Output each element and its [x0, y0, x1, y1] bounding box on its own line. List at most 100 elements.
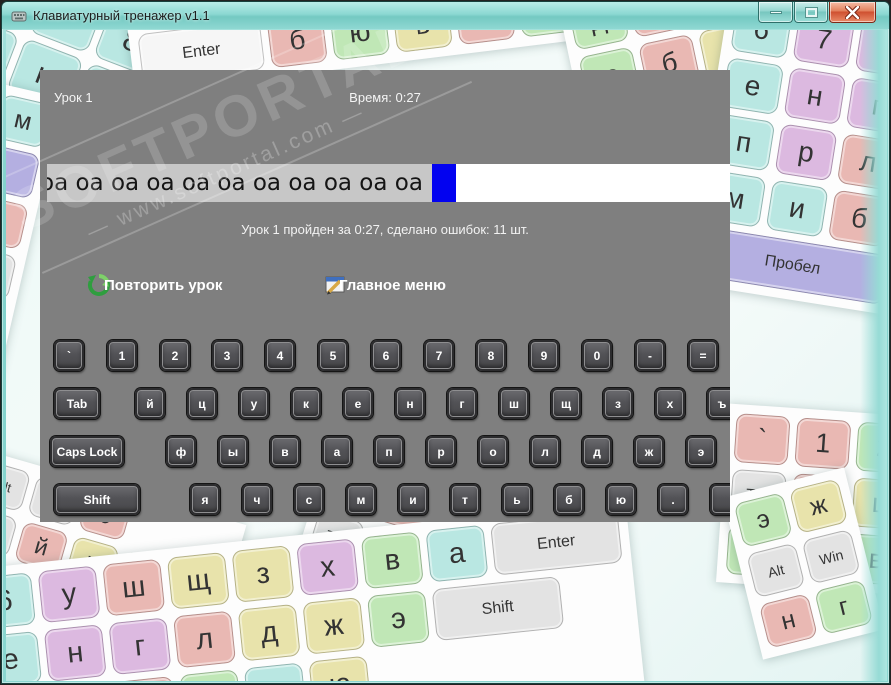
bg-key: л — [172, 610, 237, 669]
key-9[interactable]: 9 — [529, 340, 559, 371]
key--[interactable]: - — [635, 340, 665, 371]
bg-key: ь — [243, 662, 307, 681]
minimize-button[interactable] — [758, 2, 793, 23]
key-ч[interactable]: ч — [242, 484, 272, 515]
key-5[interactable]: 5 — [318, 340, 348, 371]
bg-key: Shift — [431, 576, 564, 642]
key-caps-lock[interactable]: Caps Lock — [50, 436, 124, 467]
bg-key: г — [108, 617, 172, 676]
key-у[interactable]: у — [239, 388, 269, 419]
bg-key: ю — [308, 655, 372, 681]
app-window: Клавиатурный тренажер v1.1 678енгпмбзхъж… — [1, 1, 890, 684]
title-bar[interactable]: Клавиатурный тренажер v1.1 — [2, 2, 889, 29]
key-с[interactable]: с — [294, 484, 324, 515]
bg-key: ю — [179, 669, 243, 681]
key-о[interactable]: о — [478, 436, 508, 467]
bg-key: 6 — [730, 30, 794, 59]
key-2[interactable]: 2 — [160, 340, 190, 371]
key-т[interactable]: т — [450, 484, 480, 515]
key-з[interactable]: з — [603, 388, 633, 419]
key-shift[interactable]: Shift — [54, 484, 140, 515]
key-д[interactable]: д — [582, 436, 612, 467]
bg-key: ж — [302, 596, 366, 655]
key-х[interactable]: х — [655, 388, 685, 419]
key-е[interactable]: е — [343, 388, 373, 419]
close-button[interactable] — [829, 2, 876, 23]
bg-key: и — [765, 179, 829, 238]
background-teal-strip — [860, 30, 887, 681]
key-п[interactable]: п — [374, 436, 404, 467]
bg-key: 6 — [6, 572, 37, 631]
key-й[interactable]: й — [135, 388, 165, 419]
maximize-button[interactable] — [794, 2, 828, 23]
bg-key: Alt — [6, 460, 32, 513]
bg-key: щ — [6, 245, 18, 301]
key-м[interactable]: м — [346, 484, 376, 515]
key-blank[interactable] — [710, 484, 730, 515]
key-ц[interactable]: ц — [187, 388, 217, 419]
key-р[interactable]: р — [426, 436, 456, 467]
key-7[interactable]: 7 — [424, 340, 454, 371]
key-а[interactable]: а — [322, 436, 352, 467]
bg-key: б — [114, 676, 178, 681]
bg-key: Alt — [746, 542, 806, 599]
key-tab[interactable]: Tab — [54, 388, 100, 419]
key-ш[interactable]: ш — [499, 388, 529, 419]
window-controls — [758, 2, 876, 23]
key-ж[interactable]: ж — [634, 436, 664, 467]
key-э[interactable]: э — [686, 436, 716, 467]
key-0[interactable]: 0 — [582, 340, 612, 371]
bg-key: н — [758, 592, 819, 649]
key-.[interactable]: . — [658, 484, 688, 515]
key-1[interactable]: 1 — [107, 340, 137, 371]
bg-key: д — [237, 603, 301, 662]
bg-key: у — [37, 565, 101, 624]
bg-key: ` — [733, 413, 791, 466]
key-и[interactable]: и — [398, 484, 428, 515]
bg-key: р — [774, 123, 838, 182]
key-я[interactable]: я — [190, 484, 220, 515]
key-`[interactable]: ` — [54, 340, 84, 371]
key-4[interactable]: 4 — [265, 340, 295, 371]
bg-key: б — [266, 30, 329, 69]
key-в[interactable]: в — [270, 436, 300, 467]
bg-key: ` — [6, 194, 29, 251]
key-н[interactable]: н — [395, 388, 425, 419]
key-щ[interactable]: щ — [551, 388, 581, 419]
bg-key: э — [733, 492, 793, 548]
close-icon — [845, 5, 860, 19]
key-8[interactable]: 8 — [476, 340, 506, 371]
bg-key: е — [721, 57, 785, 116]
key-л[interactable]: л — [530, 436, 560, 467]
window-content: 678енгпмбзхъжэ234Enterбюьтимдлорюбьтм`щц… — [6, 30, 887, 681]
app-icon — [11, 11, 27, 22]
maximize-icon — [804, 6, 818, 18]
bg-key: 7 — [792, 30, 856, 69]
key-ъ[interactable]: ъ — [707, 388, 730, 419]
bg-key: н — [783, 66, 847, 126]
bg-key: Win — [801, 528, 861, 585]
key-ф[interactable]: ф — [166, 436, 196, 467]
bg-key: щ — [166, 551, 230, 610]
bg-key: е — [6, 630, 43, 681]
key-6[interactable]: 6 — [371, 340, 401, 371]
bg-key: а — [425, 524, 489, 583]
bg-key: ю — [329, 30, 391, 61]
key-=[interactable]: = — [688, 340, 718, 371]
virtual-keyboard: ` 1 2 3 4 5 6 7 8 9 0- = Tab й ц у к е н г ш щ з х ъ Caps Lock ф ы в… — [40, 70, 730, 522]
minimize-icon — [769, 10, 782, 14]
key-б[interactable]: б — [554, 484, 584, 515]
key-ю[interactable]: ю — [606, 484, 636, 515]
key-г[interactable]: г — [447, 388, 477, 419]
bg-key: н — [43, 624, 107, 681]
bg-key: ш — [102, 558, 166, 617]
bg-key: э — [366, 590, 431, 648]
bg-key: х — [296, 538, 360, 597]
bg-key: ж — [788, 478, 849, 535]
key-к[interactable]: к — [291, 388, 321, 419]
window-title: Клавиатурный тренажер v1.1 — [33, 8, 210, 23]
bg-key: 1 — [794, 417, 852, 470]
key-ь[interactable]: ь — [502, 484, 532, 515]
key-ы[interactable]: ы — [218, 436, 248, 467]
key-3[interactable]: 3 — [212, 340, 242, 371]
